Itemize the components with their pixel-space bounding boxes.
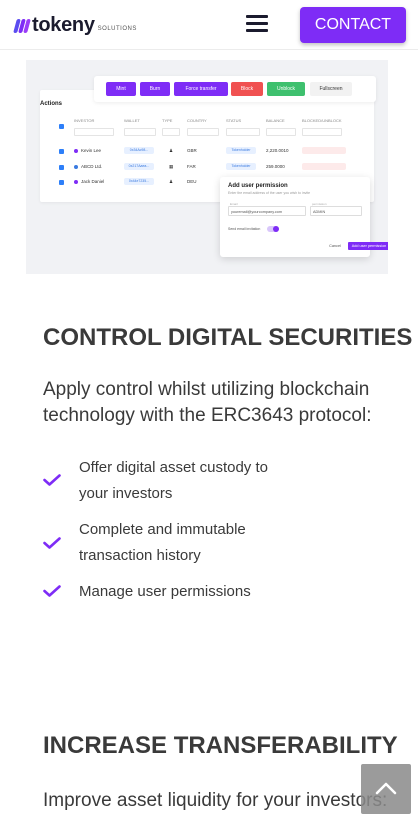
country: GBR — [187, 148, 197, 153]
hamburger-icon[interactable] — [246, 15, 268, 33]
col-blocked[interactable]: BLOCKED/UNBLOCK — [302, 118, 342, 123]
feature-item: Manage user permissions — [79, 583, 251, 600]
person-icon: ♟ — [169, 148, 174, 153]
mint-button[interactable]: Mint — [106, 82, 136, 96]
permission-select[interactable]: ADMIN — [310, 206, 362, 216]
fullscreen-button[interactable]: Fullscreen — [310, 82, 352, 96]
force-transfer-button[interactable]: Force transfer — [174, 82, 228, 96]
col-country[interactable]: COUNTRY — [187, 118, 207, 123]
section-title-control: CONTROL DIGITAL SECURITIES — [43, 324, 413, 351]
burn-button[interactable]: Burn — [140, 82, 170, 96]
investor-name: ABCD Ltd. — [81, 164, 103, 169]
balance: 259.0000 — [266, 164, 285, 169]
feature-item: Complete and immutable transaction histo… — [79, 521, 246, 564]
col-wallet[interactable]: WALLET — [124, 118, 140, 123]
site-header: tokeny SOLUTIONS CONTACT — [0, 0, 418, 50]
email-field[interactable]: youremail@yourcompany.com — [228, 206, 306, 216]
feature-item: Offer digital asset custody to your inve… — [79, 459, 268, 502]
checkmark-icon — [43, 474, 61, 486]
col-status[interactable]: STATUS — [226, 118, 241, 123]
logo-wordmark: tokeny — [32, 14, 95, 36]
modal-title: Add user permission — [228, 183, 288, 189]
unblock-button[interactable]: Unblock — [267, 82, 305, 96]
tokeny-logo[interactable]: tokeny SOLUTIONS — [13, 14, 137, 37]
cancel-button[interactable]: Cancel — [326, 242, 344, 250]
logo-subtitle: SOLUTIONS — [97, 25, 137, 32]
add-user-permission-button[interactable]: Add user permission — [348, 242, 388, 250]
balance: 2,220.0010 — [266, 148, 289, 153]
email-invite-toggle[interactable] — [267, 226, 279, 232]
avatar — [74, 180, 78, 184]
col-balance[interactable]: BALANCE — [266, 118, 285, 123]
modal-subtitle: Enter the email address of the user you … — [228, 191, 311, 195]
avatar — [74, 165, 78, 169]
investor-name: Kevin Lee — [81, 148, 102, 153]
building-icon: ▦ — [169, 164, 174, 169]
logo-stripes-icon — [13, 17, 31, 35]
checkmark-icon — [43, 585, 61, 597]
col-type[interactable]: TYPE — [162, 118, 172, 123]
person-icon: ♟ — [169, 179, 174, 184]
section-lead-transferability: Improve asset liquidity for your investo… — [43, 790, 388, 811]
toolbar: Mint Burn Force transfer Block Unblock F… — [94, 76, 376, 102]
back-to-top-button[interactable] — [361, 764, 411, 814]
col-investor[interactable]: INVESTOR — [74, 118, 94, 123]
investor-name: Jack Daniel — [81, 179, 105, 184]
select-all-checkbox[interactable] — [59, 124, 64, 129]
section-lead-control: Apply control whilst utilizing blockchai… — [43, 379, 372, 426]
actions-title: Actions — [40, 101, 63, 107]
section-title-transferability: INCREASE TRANSFERABILITY — [43, 732, 398, 759]
dashboard-screenshot: Actions Mint Burn Force transfer Block U… — [26, 60, 388, 274]
block-button[interactable]: Block — [231, 82, 263, 96]
avatar — [74, 149, 78, 153]
contact-button[interactable]: CONTACT — [300, 7, 406, 43]
country: DEU — [187, 179, 197, 184]
checkmark-icon — [43, 537, 61, 549]
country: FAR — [187, 164, 196, 169]
chevron-up-icon — [375, 782, 397, 795]
